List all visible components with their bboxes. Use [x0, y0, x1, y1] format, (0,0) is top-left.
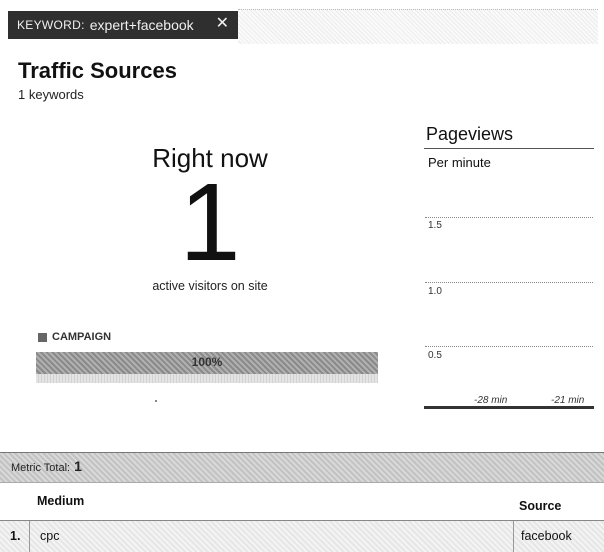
pageviews-y-tick: 0.5	[428, 350, 442, 361]
column-divider	[29, 521, 30, 552]
active-visitors-count: 1	[179, 161, 241, 284]
page-subtitle: 1 keywords	[18, 87, 84, 102]
row-source[interactable]: facebook	[521, 529, 572, 543]
pageviews-subtitle: Per minute	[428, 155, 491, 170]
pageviews-title: Pageviews	[426, 124, 514, 144]
metric-total-band	[0, 452, 604, 483]
keyword-filter-chip[interactable]: KEYWORD: expert+facebook ✕	[8, 11, 238, 39]
pageviews-gridline	[425, 217, 593, 218]
row-index: 1.	[10, 529, 21, 543]
keyword-filter-label: KEYWORD:	[17, 18, 85, 32]
metric-total: Metric Total: 1	[11, 458, 82, 474]
column-divider	[513, 521, 514, 552]
campaign-percent: 100%	[191, 355, 223, 369]
column-header-medium[interactable]: Medium	[37, 494, 84, 508]
pageviews-gridline	[425, 346, 593, 347]
metric-total-value: 1	[74, 458, 82, 474]
legend-swatch-icon	[38, 332, 47, 342]
pageviews-x-tick: -21 min	[551, 395, 585, 406]
campaign-label: CAMPAIGN	[52, 331, 112, 343]
column-header-source[interactable]: Source	[519, 499, 561, 513]
top-band	[238, 9, 598, 44]
active-visitors-caption: active visitors on site	[152, 279, 268, 293]
stray-dot	[155, 400, 157, 402]
pageviews-y-tick: 1.5	[428, 220, 442, 231]
metric-total-label: Metric Total:	[11, 462, 71, 474]
pageviews-x-axis	[424, 406, 594, 409]
pageviews-gridline	[425, 282, 593, 283]
campaign-bar-shadow	[36, 374, 378, 383]
campaign-legend: CAMPAIGN	[38, 331, 111, 343]
campaign-progress-bar[interactable]: 100%	[36, 352, 378, 374]
pageviews-x-tick: -28 min	[474, 395, 508, 406]
page-title: Traffic Sources	[18, 58, 177, 83]
keyword-filter-value: expert+facebook	[89, 17, 194, 33]
pageviews-y-tick: 1.0	[428, 286, 442, 297]
close-icon[interactable]: ✕	[216, 15, 229, 33]
pageviews-title-rule	[424, 148, 594, 149]
table-row[interactable]: 1. cpc facebook	[0, 520, 604, 552]
row-medium[interactable]: cpc	[40, 529, 59, 543]
